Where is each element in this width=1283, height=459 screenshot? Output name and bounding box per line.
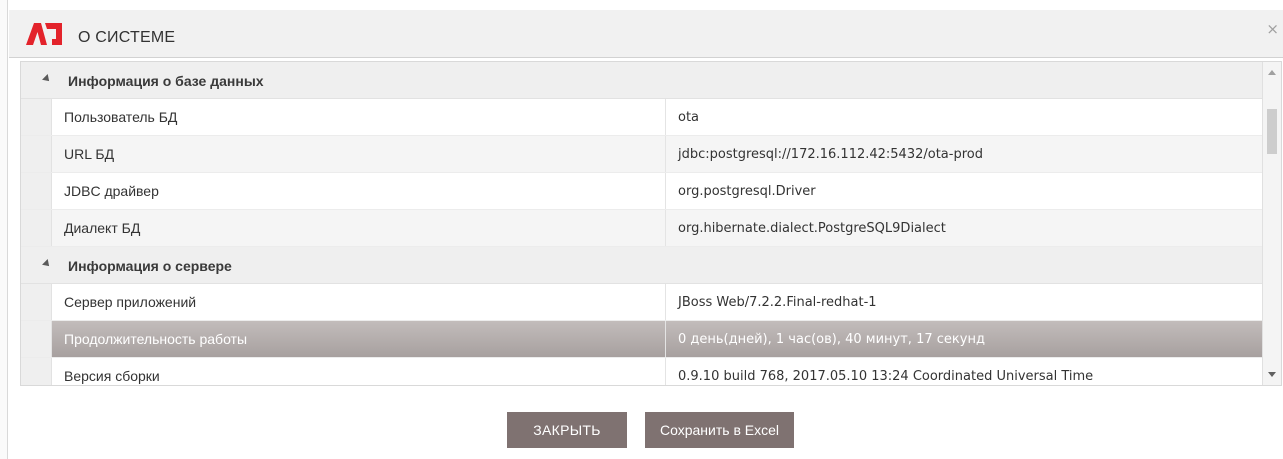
property-name: Диалект БД (52, 210, 666, 246)
about-system-dialog: О СИСТЕМЕ × Информация о базе данных Пол… (9, 0, 1283, 459)
property-name: Сервер приложений (52, 284, 666, 320)
property-value: ota (678, 109, 700, 125)
scroll-down-arrow-icon[interactable] (1268, 372, 1276, 377)
collapse-triangle-icon[interactable] (42, 74, 52, 84)
group-row-server[interactable]: Информация о сервере (21, 247, 1263, 284)
property-value: 0.9.10 build 768, 2017.05.10 13:24 Coord… (678, 368, 1094, 384)
row-indent (21, 321, 52, 357)
dialog-title: О СИСТЕМЕ (78, 29, 176, 46)
close-button[interactable]: ЗАКРЫТЬ (507, 412, 627, 448)
row-indent (21, 99, 52, 135)
close-icon[interactable]: × (1266, 22, 1279, 37)
collapse-triangle-icon[interactable] (42, 259, 52, 269)
property-name: URL БД (52, 136, 666, 172)
property-name: Версия сборки (52, 358, 666, 385)
row-indent (21, 210, 52, 246)
property-name: Продолжительность работы (52, 321, 666, 357)
property-value: 0 день(дней), 1 час(ов), 40 минут, 17 се… (678, 331, 985, 347)
app-logo-icon (26, 23, 62, 45)
system-info-grid: Информация о базе данных Пользователь БД… (20, 61, 1282, 386)
row-indent (21, 358, 52, 385)
property-name: Пользователь БД (52, 99, 666, 135)
dialog-titlebar: О СИСТЕМЕ × (9, 10, 1283, 58)
vertical-scrollbar[interactable] (1262, 62, 1281, 385)
property-value: jdbc:postgresql://172.16.112.42:5432/ota… (678, 146, 983, 162)
property-name: JDBC драйвер (52, 173, 666, 209)
scroll-up-arrow-icon[interactable] (1268, 70, 1276, 75)
table-row[interactable]: Диалект БД org.hibernate.dialect.Postgre… (21, 210, 1263, 247)
property-value: JBoss Web/7.2.2.Final-redhat-1 (678, 294, 877, 310)
table-row[interactable]: Версия сборки 0.9.10 build 768, 2017.05.… (21, 358, 1263, 385)
row-indent (21, 173, 52, 209)
scroll-thumb[interactable] (1267, 109, 1277, 154)
table-row[interactable]: URL БД jdbc:postgresql://172.16.112.42:5… (21, 136, 1263, 173)
row-indent (21, 136, 52, 172)
save-to-excel-button[interactable]: Сохранить в Excel (645, 412, 794, 448)
table-row[interactable]: Сервер приложений JBoss Web/7.2.2.Final-… (21, 284, 1263, 321)
table-row[interactable]: Пользователь БД ota (21, 99, 1263, 136)
table-row[interactable]: JDBC драйвер org.postgresql.Driver (21, 173, 1263, 210)
property-value: org.postgresql.Driver (678, 183, 816, 199)
grid-rows: Информация о базе данных Пользователь БД… (21, 62, 1263, 385)
row-indent (21, 284, 52, 320)
property-value: org.hibernate.dialect.PostgreSQL9Dialect (678, 220, 946, 236)
group-label: Информация о базе данных (68, 73, 264, 89)
group-label: Информация о сервере (68, 258, 232, 274)
group-row-database[interactable]: Информация о базе данных (21, 62, 1263, 99)
background-window-edge (0, 0, 8, 459)
table-row-selected[interactable]: Продолжительность работы 0 день(дней), 1… (21, 321, 1263, 358)
